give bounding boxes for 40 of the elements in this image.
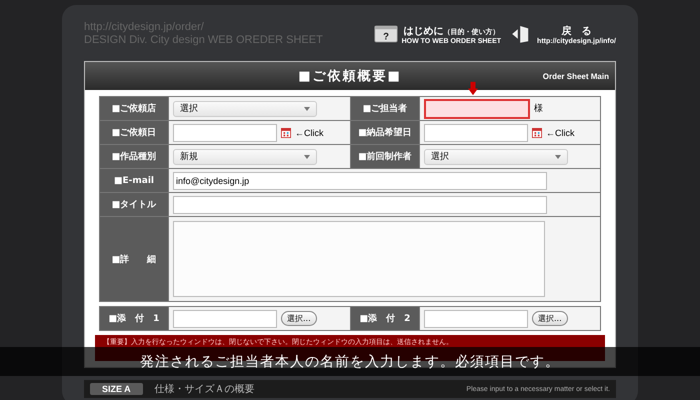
help-window-icon: ?: [374, 23, 398, 45]
field-label: ■ご担当者: [350, 97, 420, 120]
field-label: ■納品希望日: [350, 121, 420, 144]
field-label: ■添 付 1: [100, 307, 169, 330]
select-field[interactable]: 選択: [424, 148, 568, 164]
calendar-icon[interactable]: [532, 128, 542, 138]
date-field[interactable]: [173, 124, 277, 142]
click-hint: ←Click: [546, 128, 574, 138]
size-badge: SIZE A: [90, 383, 143, 395]
caret-icon: [555, 154, 561, 158]
field-label: ■作品種別: [100, 145, 169, 168]
text-field[interactable]: info@citydesign.jp: [173, 172, 547, 190]
click-hint: ←Click: [295, 128, 324, 138]
details-textarea[interactable]: [173, 221, 545, 297]
file-field[interactable]: [173, 310, 277, 328]
field-label: ■E-mail: [100, 169, 169, 192]
field-label: ■ご依頼日: [100, 121, 169, 144]
subtitle-caption: 発注されるご担当者本人の名前を入力します。必須項目です。: [140, 352, 560, 370]
date-field[interactable]: [424, 124, 528, 142]
text-field[interactable]: [424, 98, 530, 118]
browse-button[interactable]: 選択...: [281, 311, 317, 326]
browse-button[interactable]: 選択...: [532, 311, 568, 326]
field-label: ■ご依頼店: [100, 97, 169, 120]
field-suffix: 様: [534, 102, 543, 115]
form-tag: Order Sheet Main: [542, 72, 609, 80]
down-arrow-icon: [468, 81, 478, 96]
file-field[interactable]: [424, 310, 528, 328]
field-label: ■前回制作者: [350, 145, 420, 168]
caret-icon: [304, 106, 310, 110]
select-field[interactable]: 新規: [173, 148, 317, 164]
section-title: 仕様・サイズＡの概要: [154, 382, 256, 396]
field-label: ■添 付 2: [350, 307, 420, 330]
select-field[interactable]: 選択: [173, 100, 317, 116]
field-label: ■詳 細: [100, 217, 169, 301]
caret-icon: [304, 154, 310, 158]
link-title: 戻 る: [562, 24, 592, 38]
calendar-icon[interactable]: [281, 128, 291, 138]
text-field[interactable]: [173, 196, 547, 214]
field-label: ■タイトル: [100, 193, 169, 216]
form-title: ■ご依頼概要■: [298, 68, 402, 85]
